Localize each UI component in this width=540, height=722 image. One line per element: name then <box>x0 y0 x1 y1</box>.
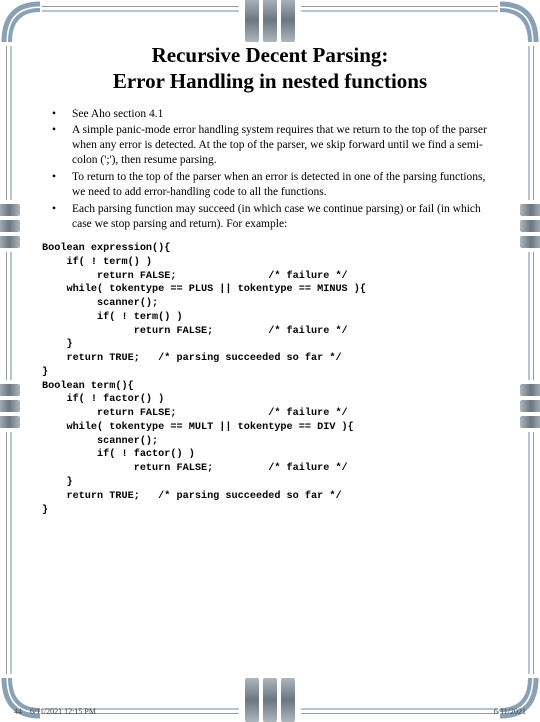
right-brace-upper <box>520 200 540 252</box>
title-line-2: Error Handling in nested functions <box>113 69 427 93</box>
footer-date-left: 6/11/2021 12:15 PM <box>30 707 96 716</box>
corner-top-left-icon <box>0 0 42 46</box>
code-block: Boolean expression(){ if( ! term() ) ret… <box>42 242 500 517</box>
slide-title: Recursive Decent Parsing: Error Handling… <box>40 42 500 95</box>
slide-content: Recursive Decent Parsing: Error Handling… <box>26 26 514 694</box>
footer-left: 44 6/11/2021 12:15 PM <box>14 707 96 716</box>
list-item: Each parsing function may succeed (in wh… <box>44 202 496 232</box>
list-item: See Aho section 4.1 <box>44 107 496 122</box>
corner-top-right-icon <box>498 0 540 46</box>
title-line-1: Recursive Decent Parsing: <box>152 43 389 67</box>
list-item: To return to the top of the parser when … <box>44 170 496 200</box>
page-number: 44 <box>14 707 22 716</box>
footer-date-right: 6/11/2021 <box>494 707 526 716</box>
top-decor <box>239 0 301 42</box>
bullet-list: See Aho section 4.1 A simple panic-mode … <box>44 107 496 233</box>
left-brace-lower <box>0 380 20 432</box>
right-brace-lower <box>520 380 540 432</box>
left-brace-upper <box>0 200 20 252</box>
footer: 44 6/11/2021 12:15 PM 6/11/2021 <box>14 707 526 716</box>
list-item: A simple panic-mode error handling syste… <box>44 123 496 168</box>
